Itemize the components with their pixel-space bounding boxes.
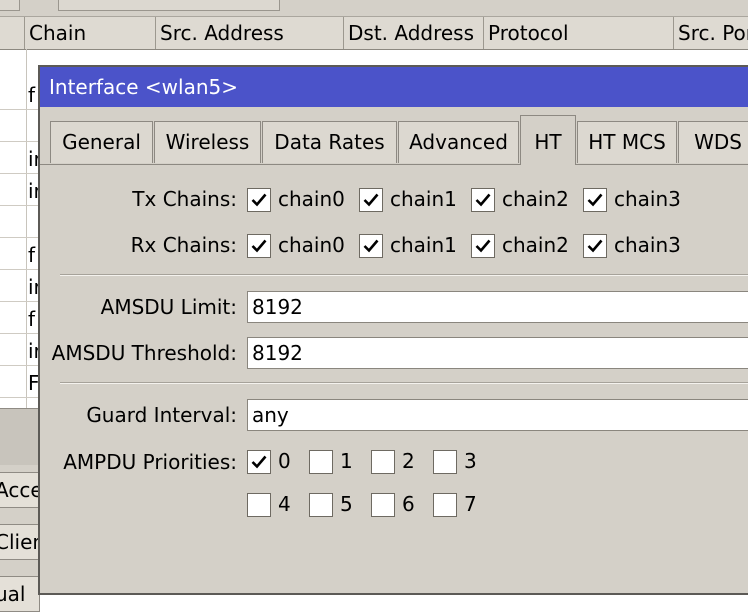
manual-button[interactable]: ual (0, 576, 40, 612)
interface-dialog: Interface <wlan5> General Wireless Data … (38, 65, 748, 595)
ampdu-priority-label: 7 (464, 492, 477, 516)
ampdu-priority-checkbox[interactable] (433, 493, 457, 517)
rx-chain-label: chain0 (278, 233, 345, 257)
tx-chains-label: Tx Chains: (132, 187, 237, 211)
background-toolbar (0, 0, 748, 16)
rx-chain-checkbox[interactable] (471, 234, 495, 258)
rx-chain-checkbox[interactable] (583, 234, 607, 258)
ampdu-priority-label: 5 (340, 492, 353, 516)
rx-chain-label: chain1 (390, 233, 457, 257)
tab-ht[interactable]: HT (520, 115, 576, 165)
ampdu-priorities-label: AMPDU Priorities: (63, 450, 237, 474)
tx-chain-checkbox[interactable] (247, 188, 271, 212)
background-toolbar-button[interactable] (58, 0, 280, 11)
client-button[interactable]: Client (0, 524, 40, 560)
ampdu-priority-label: 4 (278, 492, 291, 516)
separator (60, 382, 748, 384)
tab-general[interactable]: General (50, 121, 153, 163)
access-list-button[interactable]: Acces (0, 472, 40, 508)
ampdu-priority-label: 2 (402, 449, 415, 473)
guard-interval-select[interactable]: any (247, 399, 748, 431)
column-header-dst-address[interactable]: Dst. Address (343, 17, 483, 49)
table-cell-chain: f (28, 307, 36, 331)
table-row[interactable]: ir (0, 176, 42, 206)
ampdu-priority-checkbox[interactable] (247, 493, 271, 517)
table-row[interactable]: ir (0, 144, 42, 174)
tx-chain-label: chain2 (502, 187, 569, 211)
table-row[interactable]: ir (0, 336, 42, 366)
table-row[interactable]: f (0, 240, 40, 270)
ampdu-priority-checkbox[interactable] (247, 450, 271, 474)
ampdu-priority-label: 1 (340, 449, 353, 473)
ampdu-priority-checkbox[interactable] (309, 493, 333, 517)
amsdu-limit-label: AMSDU Limit: (100, 295, 237, 319)
background-toolbar-button[interactable] (0, 0, 20, 11)
tab-wds[interactable]: WDS (678, 121, 748, 163)
ampdu-priority-checkbox[interactable] (433, 450, 457, 474)
amsdu-threshold-input[interactable]: 8192 (247, 337, 748, 369)
column-header-protocol[interactable]: Protocol (483, 17, 673, 49)
tx-chain-checkbox[interactable] (471, 188, 495, 212)
tab-wireless[interactable]: Wireless (154, 121, 261, 163)
tab-bar: General Wireless Data Rates Advanced HT … (40, 107, 748, 165)
tx-chain-label: chain0 (278, 187, 345, 211)
table-cell-chain: f (28, 243, 36, 267)
table-row[interactable]: f (0, 80, 40, 110)
separator (60, 274, 748, 276)
ampdu-priority-checkbox[interactable] (371, 450, 395, 474)
tx-chain-checkbox[interactable] (359, 188, 383, 212)
ampdu-priority-label: 3 (464, 449, 477, 473)
background-table-header: Chain Src. Address Dst. Address Protocol… (0, 16, 748, 50)
tab-divider (40, 164, 748, 165)
table-row[interactable]: f (0, 304, 40, 334)
tx-chain-checkbox[interactable] (583, 188, 607, 212)
rx-chains-label: Rx Chains: (130, 233, 237, 257)
table-row[interactable] (0, 208, 40, 238)
tx-chain-label: chain3 (614, 187, 681, 211)
ampdu-priority-label: 6 (402, 492, 415, 516)
guard-interval-label: Guard Interval: (86, 403, 237, 427)
rx-chain-checkbox[interactable] (247, 234, 271, 258)
ampdu-priority-checkbox[interactable] (371, 493, 395, 517)
tx-chain-label: chain1 (390, 187, 457, 211)
tab-advanced[interactable]: Advanced (398, 121, 519, 163)
tab-ht-mcs[interactable]: HT MCS (577, 121, 677, 163)
table-cell-chain: f (28, 83, 36, 107)
amsdu-limit-input[interactable]: 8192 (247, 291, 748, 323)
dialog-title-bar[interactable]: Interface <wlan5> (40, 67, 748, 107)
column-header-src-address[interactable]: Src. Address (155, 17, 343, 49)
table-row[interactable] (0, 112, 40, 142)
table-row[interactable]: ir (0, 272, 42, 302)
ampdu-priority-checkbox[interactable] (309, 450, 333, 474)
background-panel (0, 408, 40, 469)
ampdu-priority-label: 0 (278, 449, 291, 473)
column-header-src-port[interactable]: Src. Por (673, 17, 748, 49)
column-header-chain[interactable]: Chain (24, 17, 155, 49)
tab-data-rates[interactable]: Data Rates (262, 121, 397, 163)
amsdu-threshold-label: AMSDU Threshold: (51, 341, 237, 365)
rx-chain-label: chain2 (502, 233, 569, 257)
table-row[interactable]: F (0, 368, 40, 398)
rx-chain-label: chain3 (614, 233, 681, 257)
rx-chain-checkbox[interactable] (359, 234, 383, 258)
